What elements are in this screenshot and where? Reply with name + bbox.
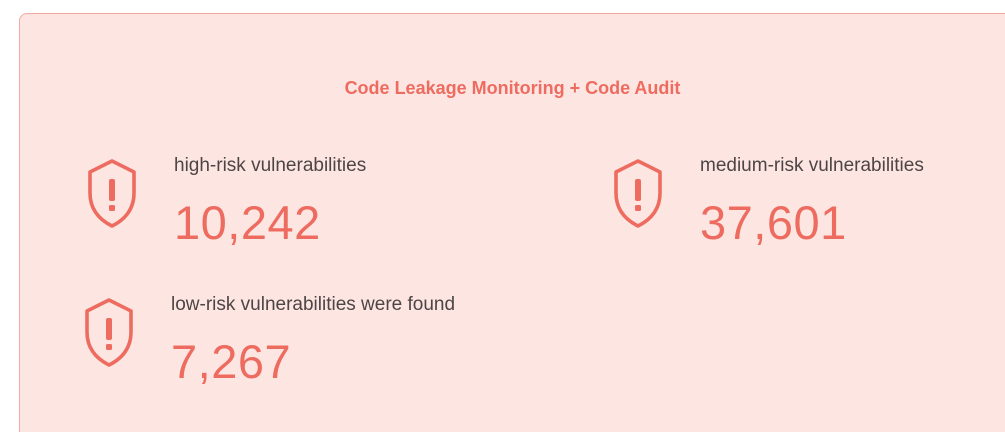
stat-high-risk-value: 10,242	[174, 196, 321, 249]
shield-alert-icon	[88, 159, 136, 228]
card-title: Code Leakage Monitoring + Code Audit	[344, 78, 681, 98]
stat-low-risk-label: low-risk vulnerabilities were found	[171, 294, 456, 315]
vulnerability-summary-card: Code Leakage Monitoring + Code Audit hig…	[19, 13, 1005, 432]
stat-medium-risk-value: 37,601	[700, 196, 847, 249]
stat-low-risk-value: 7,267	[171, 335, 292, 388]
shield-alert-icon	[85, 298, 133, 367]
shield-alert-icon	[614, 159, 662, 228]
stat-medium-risk-label: medium-risk vulnerabilities	[700, 155, 924, 176]
stat-high-risk-label: high-risk vulnerabilities	[174, 155, 367, 176]
